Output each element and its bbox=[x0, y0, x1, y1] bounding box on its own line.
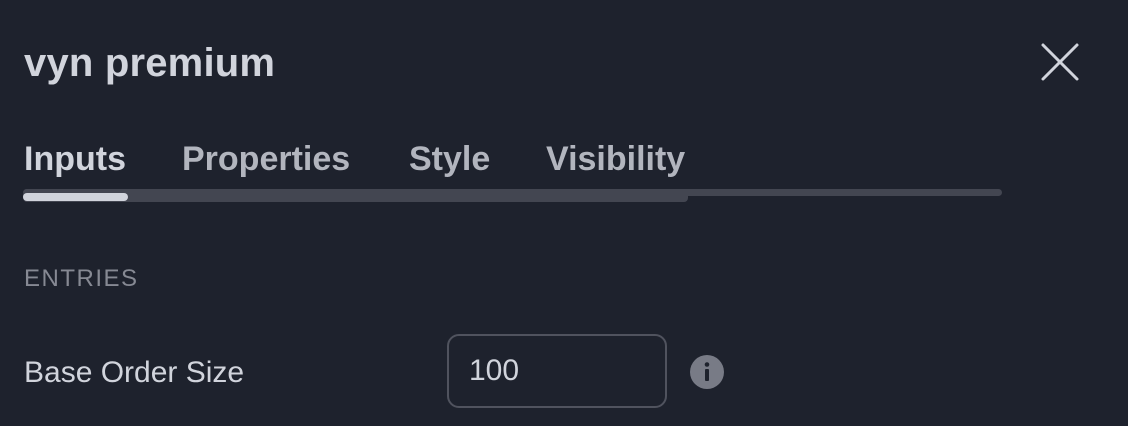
close-icon bbox=[1041, 43, 1079, 81]
indicator-settings-dialog: vyn premium Inputs Properties Style Visi… bbox=[0, 0, 1128, 426]
close-button[interactable] bbox=[1036, 38, 1084, 86]
base-order-size-label: Base Order Size bbox=[24, 356, 245, 389]
base-order-size-input[interactable] bbox=[447, 334, 667, 408]
tab-style[interactable]: Style bbox=[409, 136, 490, 182]
base-order-size-info-button[interactable] bbox=[689, 354, 725, 390]
info-icon bbox=[690, 355, 724, 389]
active-tab-indicator bbox=[23, 193, 128, 201]
dialog-title: vyn premium bbox=[24, 41, 276, 85]
section-header-entries: ENTRIES bbox=[24, 265, 139, 292]
tab-inputs[interactable]: Inputs bbox=[24, 136, 126, 182]
tab-properties[interactable]: Properties bbox=[182, 136, 350, 182]
tab-visibility[interactable]: Visibility bbox=[546, 136, 685, 182]
